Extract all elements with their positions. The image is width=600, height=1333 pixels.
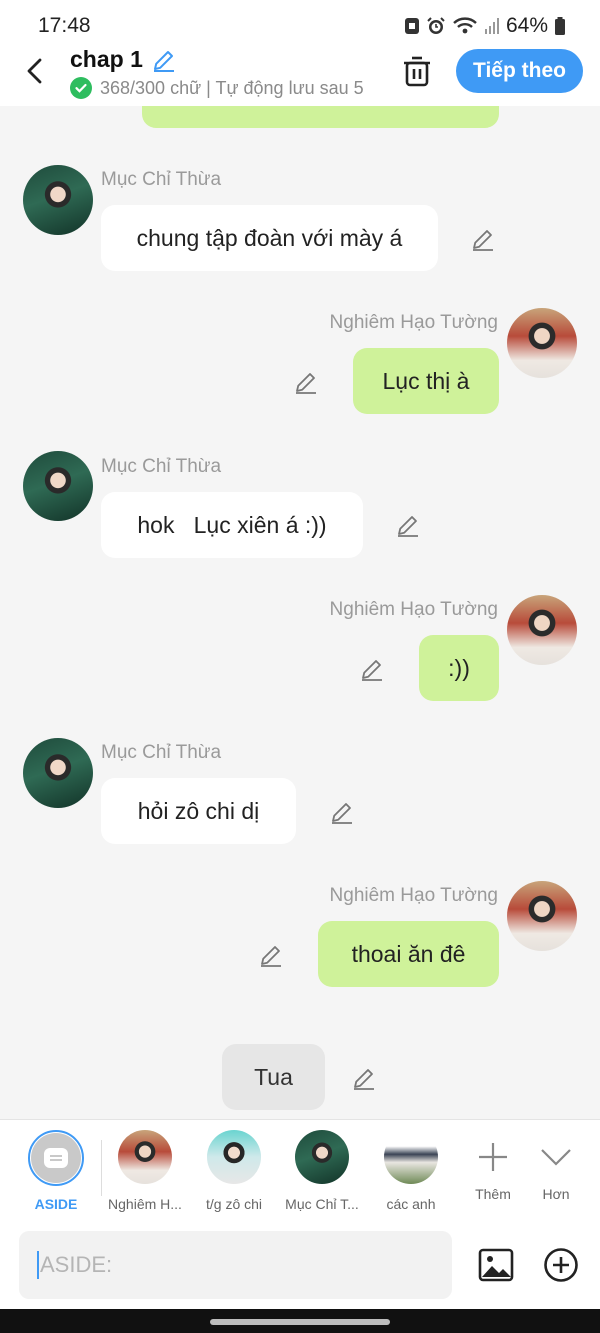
edit-message-icon[interactable] [293,369,319,395]
system-nav-bar [0,1309,600,1333]
status-bar: 17:48 64% [0,0,600,46]
chapter-title: chap 1 [70,46,143,72]
message-input[interactable]: ASIDE: [19,1231,452,1299]
edit-message-icon[interactable] [258,942,284,968]
character-selector: ASIDE Nghiêm H... t/g zô chi Mục Chỉ T..… [0,1119,600,1221]
battery-icon [555,17,565,35]
character-tg[interactable]: t/g zô chi [189,1130,279,1212]
plus-circle-icon [544,1248,578,1282]
sender-name: Nghiêm Hạo Tường [329,885,498,906]
chat-area[interactable]: Mục Chỉ Thừa chung tập đoàn với mày á Ng… [0,106,600,1119]
character-avatar [384,1130,438,1184]
sender-name: Mục Chỉ Thừa [101,456,222,477]
back-button[interactable] [18,54,52,88]
message-bubble-partial[interactable] [142,106,499,128]
character-label: Nghiêm H... [108,1196,182,1212]
alarm-icon [427,17,445,34]
status-icons: 64% [404,14,566,38]
signal-icon [484,18,499,34]
edit-title-icon[interactable] [151,47,177,73]
message-bubble[interactable]: hỏi zô chi dị [101,778,296,844]
message-bubble[interactable]: :)) [419,635,499,701]
aside-icon [31,1133,81,1183]
avatar[interactable] [507,595,577,665]
character-avatar [118,1130,172,1184]
character-label: t/g zô chi [205,1196,263,1212]
wifi-icon [453,17,477,34]
edit-message-icon[interactable] [359,656,385,682]
message-bubble[interactable]: chung tập đoàn với mày á [101,205,438,271]
text-cursor [37,1251,39,1279]
aside-selected-ring [28,1130,84,1186]
sender-name: Mục Chỉ Thừa [101,169,222,190]
edit-message-icon[interactable] [395,512,421,538]
status-time: 17:48 [38,14,91,37]
save-status-row: 368/300 chữ | Tự động lưu sau 5 [70,77,375,99]
avatar[interactable] [23,451,93,521]
title-row: chap 1 [70,46,177,73]
avatar[interactable] [507,308,577,378]
message-bubble[interactable]: thoai ăn đê [318,921,499,987]
character-cac-anh[interactable]: các anh [366,1130,456,1212]
edit-message-icon[interactable] [329,799,355,825]
character-muc[interactable]: Mục Chỉ T... [277,1130,367,1212]
edit-message-icon[interactable] [470,226,496,252]
character-avatar [295,1130,349,1184]
battery-percent: 64% [505,14,548,37]
input-bar: ASIDE: [0,1221,600,1309]
app-notification-icon [404,18,419,34]
character-nghiem[interactable]: Nghiêm H... [100,1130,190,1212]
insert-image-button[interactable] [478,1247,514,1283]
back-arrow-icon [27,58,42,84]
more-button[interactable]: Hơn [511,1130,600,1202]
next-button[interactable]: Tiếp theo [456,49,583,93]
avatar[interactable] [507,881,577,951]
character-label: Mục Chỉ T... [285,1196,359,1212]
word-count-status: 368/300 chữ | Tự động lưu sau 5 [100,77,364,98]
avatar[interactable] [23,165,93,235]
edit-message-icon[interactable] [351,1065,377,1091]
image-icon [478,1248,514,1282]
add-button[interactable] [543,1247,579,1283]
character-label: Hơn [542,1186,570,1202]
sender-name: Nghiêm Hạo Tường [329,599,498,620]
character-label: ASIDE [34,1196,78,1212]
message-bubble[interactable]: Lục thị à [353,348,499,414]
character-label: các anh [386,1196,436,1212]
avatar[interactable] [23,738,93,808]
aside-message-bubble[interactable]: Tua [222,1044,325,1110]
input-placeholder: ASIDE: [40,1252,113,1277]
chevron-down-icon [541,1149,571,1166]
character-aside[interactable]: ASIDE [11,1130,101,1212]
sender-name: Mục Chỉ Thừa [101,742,222,763]
message-bubble[interactable]: hok Lục xiên á :)) [101,492,363,558]
delete-button[interactable] [400,53,434,89]
home-gesture-pill[interactable] [210,1319,390,1325]
character-avatar [207,1130,261,1184]
check-icon [70,77,92,99]
plus-icon [479,1143,507,1171]
trash-icon [404,56,430,87]
app-header: chap 1 368/300 chữ | Tự động lưu sau 5 T… [0,46,600,106]
sender-name: Nghiêm Hạo Tường [329,312,498,333]
